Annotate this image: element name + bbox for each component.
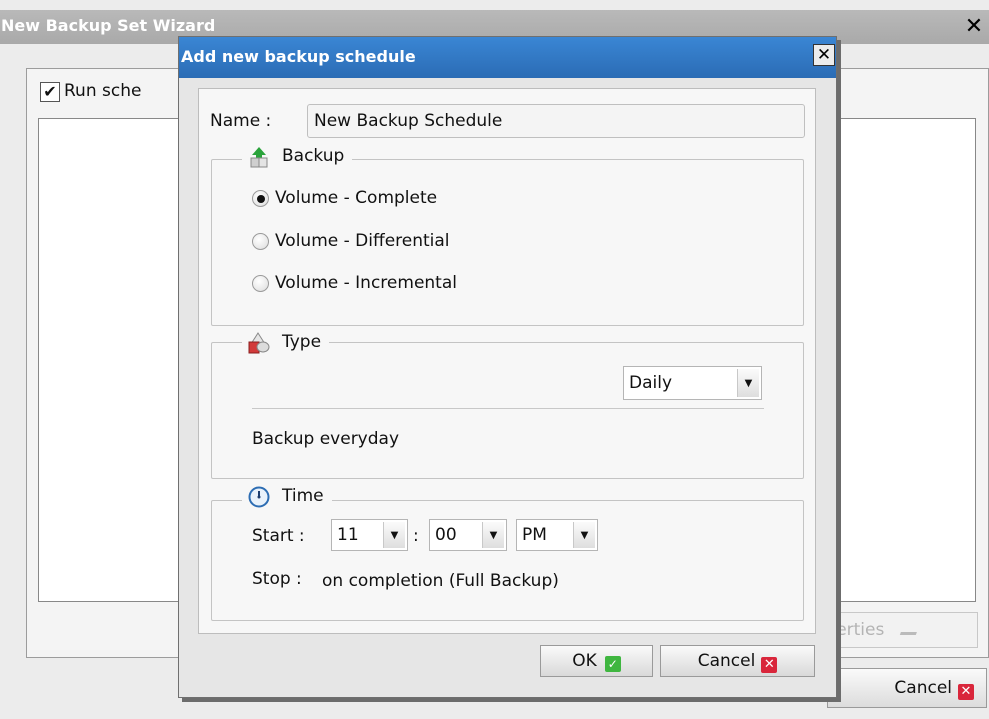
properties-button[interactable]: operties [828, 612, 978, 648]
radio-volume-complete[interactable]: Volume - Complete [252, 188, 437, 208]
time-separator: : [413, 526, 419, 546]
wizard-cancel-button[interactable]: Cancel ✕ [827, 668, 987, 708]
type-legend: Type [242, 332, 330, 354]
backup-legend: Backup [242, 146, 353, 168]
start-minute-value: 00 [435, 525, 457, 545]
x-icon: ✕ [958, 684, 974, 700]
clock-icon [248, 486, 270, 508]
start-label: Start : [252, 526, 305, 546]
type-dropdown-value: Daily [629, 373, 673, 393]
wizard-close-icon[interactable]: ✕ [958, 13, 989, 41]
chevron-down-icon[interactable]: ▼ [573, 522, 595, 548]
backup-upload-icon [248, 146, 270, 168]
start-ampm-value: PM [522, 525, 547, 545]
type-description: Backup everyday [252, 429, 400, 449]
start-hour-value: 11 [337, 525, 359, 545]
radio-label: Volume - Differential [275, 231, 450, 251]
close-icon[interactable]: ✕ [813, 44, 835, 66]
dialog-cancel-label: Cancel [697, 651, 756, 671]
backup-legend-label: Backup [282, 146, 345, 166]
radio-volume-incremental[interactable]: Volume - Incremental [252, 273, 457, 293]
x-icon: ✕ [761, 657, 778, 673]
radio-button[interactable] [252, 232, 269, 250]
radio-label: Volume - Complete [275, 188, 438, 208]
radio-volume-differential[interactable]: Volume - Differential [252, 231, 450, 251]
edit-icon [899, 623, 920, 635]
time-legend: Time [242, 486, 332, 508]
type-divider [252, 408, 764, 409]
time-legend-label: Time [282, 486, 324, 506]
radio-button[interactable] [252, 274, 269, 292]
stop-label: Stop : [252, 569, 302, 589]
start-minute-dropdown[interactable]: 00 ▼ [429, 519, 507, 551]
chevron-down-icon[interactable]: ▼ [482, 522, 504, 548]
dialog-title: Add new backup schedule [181, 47, 416, 66]
chevron-down-icon[interactable]: ▼ [383, 522, 405, 548]
name-input[interactable] [307, 104, 805, 138]
start-ampm-dropdown[interactable]: PM ▼ [516, 519, 598, 551]
start-hour-dropdown[interactable]: 11 ▼ [331, 519, 408, 551]
ok-button-label: OK [572, 651, 597, 671]
time-group [211, 500, 804, 621]
radio-button-selected[interactable] [252, 189, 269, 207]
wizard-title: New Backup Set Wizard [1, 16, 216, 35]
type-dropdown[interactable]: Daily ▼ [623, 366, 762, 400]
check-icon: ✓ [604, 656, 621, 672]
name-label: Name : [210, 111, 272, 131]
type-legend-label: Type [282, 332, 322, 352]
dialog-cancel-button[interactable]: Cancel ✕ [660, 645, 815, 677]
run-schedule-label: Run sche [64, 81, 142, 101]
ok-button[interactable]: OK ✓ [540, 645, 653, 677]
type-group [211, 342, 804, 479]
type-shapes-icon [248, 332, 270, 354]
wizard-cancel-label: Cancel [894, 678, 952, 698]
radio-label: Volume - Incremental [275, 273, 457, 293]
stop-value: on completion (Full Backup) [322, 571, 559, 591]
chevron-down-icon[interactable]: ▼ [737, 369, 759, 397]
run-schedule-checkbox[interactable]: ✔ [40, 82, 60, 102]
